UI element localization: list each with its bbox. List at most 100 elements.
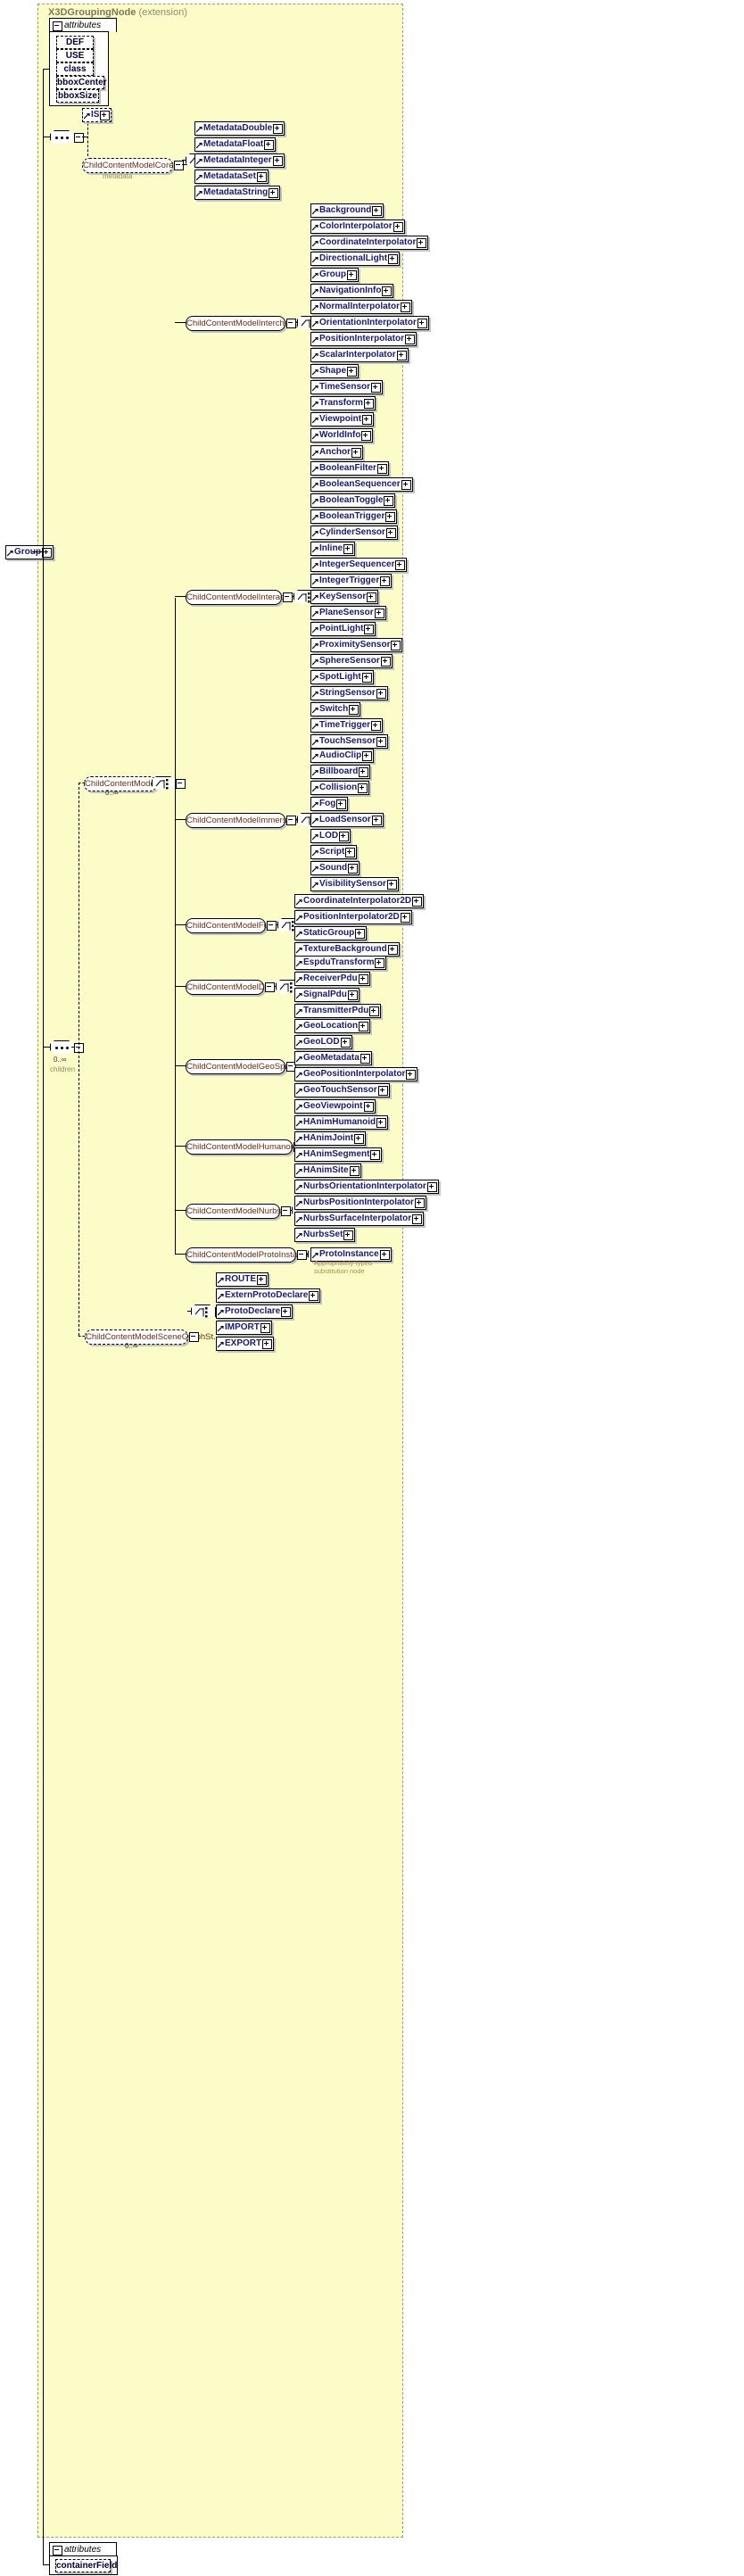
element-pointlight[interactable]: PointLight [310,622,376,636]
expand-icon[interactable] [281,1307,292,1317]
element-planesensor[interactable]: PlaneSensor [310,606,386,620]
expand-icon[interactable] [382,286,393,296]
expand-icon[interactable] [406,1070,417,1080]
attribute-bboxcenter[interactable]: bboxCenter [56,76,107,89]
expand-icon[interactable] [380,657,391,667]
expand-icon[interactable] [264,140,275,150]
element-nurbsset[interactable]: NurbsSet [294,1228,356,1242]
expand-icon[interactable] [385,528,396,538]
expand-icon[interactable] [347,270,357,280]
expand-icon[interactable] [339,832,350,841]
expand-icon[interactable] [340,1038,351,1048]
element-transform[interactable]: Transform [310,396,376,410]
group-ref-childcontentmodelinteractive[interactable]: ChildContentModelInteractive [186,590,298,605]
element-spheresensor[interactable]: SphereSensor [310,654,393,668]
expand-icon[interactable] [412,1214,423,1224]
element-viewpoint[interactable]: Viewpoint [310,412,375,427]
expand-icon[interactable] [363,399,374,409]
element-geopositioninterpolator[interactable]: GeoPositionInterpolator [294,1067,418,1081]
element-worldinfo[interactable]: WorldInfo [310,428,374,443]
collapse-icon[interactable] [53,21,62,31]
element-script[interactable]: Script [310,845,358,859]
group-ref-childcontentmodeldis[interactable]: ChildContentModelDIS [186,980,273,995]
element-cylindersensor[interactable]: CylinderSensor [310,526,398,540]
element-proximitysensor[interactable]: ProximitySensor [310,638,403,652]
element-coordinateinterpolator2d[interactable]: CoordinateInterpolator2D [294,894,425,908]
element-geolocation[interactable]: GeoLocation [294,1019,371,1033]
element-anchor[interactable]: Anchor [310,445,363,460]
element-colorinterpolator[interactable]: ColorInterpolator [310,219,405,234]
element-externprotodeclare[interactable]: ExternProtoDeclare [216,1288,321,1303]
collapse-icon[interactable] [53,2546,62,2555]
root-element-group[interactable]: Group [5,545,54,559]
element-geolod[interactable]: GeoLOD [294,1035,352,1049]
element-receiverpdu[interactable]: ReceiverPdu [294,972,370,986]
group-ref-childcontentmodelprotoinstance[interactable]: ChildContentModelProtoInstance [186,1247,310,1263]
element-normalinterpolator[interactable]: NormalInterpolator [310,300,413,314]
element-background[interactable]: Background [310,203,384,218]
element-geometadata[interactable]: GeoMetadata [294,1051,372,1065]
bottom-attributes-tab[interactable]: attributes [49,2542,117,2556]
expand-icon[interactable] [351,448,361,458]
element-is[interactable]: IS [82,108,112,122]
group-ref-childcontentmodelimmersive[interactable]: ChildContentModelImmersive [186,813,298,828]
element-billboard[interactable]: Billboard [310,765,371,779]
expand-icon[interactable] [414,1198,425,1208]
expand-icon[interactable] [361,673,372,683]
expand-icon[interactable] [372,206,383,216]
attribute-def[interactable]: DEF [56,36,94,49]
expand-icon[interactable] [349,1166,360,1176]
element-inline[interactable]: Inline [310,542,356,556]
expand-icon[interactable] [371,816,382,825]
expand-icon[interactable] [374,609,384,618]
element-hanimjoint[interactable]: HAnimJoint [294,1131,367,1146]
expand-icon[interactable] [380,576,391,586]
element-touchsensor[interactable]: TouchSensor [310,734,389,749]
expand-icon[interactable] [386,880,397,890]
element-lod[interactable]: LOD [310,829,351,843]
expand-icon[interactable] [364,625,375,634]
group-ref-childcontentmodelgeospatial[interactable]: ChildContentModelGeoSpatial [186,1059,301,1074]
expand-icon[interactable] [362,751,373,761]
collapse-icon[interactable] [286,319,296,328]
element-timesensor[interactable]: TimeSensor [310,380,384,394]
expand-icon[interactable] [273,124,284,134]
expand-icon[interactable] [347,990,358,1000]
expand-icon[interactable] [412,897,423,907]
expand-icon[interactable] [376,737,387,747]
element-navigationinfo[interactable]: NavigationInfo [310,284,394,298]
expand-icon[interactable] [391,641,401,650]
collapse-icon[interactable] [297,1250,307,1260]
group-ref-childcontentmodelhumanoidan...[interactable]: ChildContentModelHumanoidAn... [186,1139,315,1155]
element-loadsensor[interactable]: LoadSensor [310,813,384,827]
group-ref-childcontentmodelnurbs[interactable]: ChildContentModelNurbs [186,1204,281,1219]
element-keysensor[interactable]: KeySensor [310,590,379,604]
element-espdutransform[interactable]: EspduTransform [294,956,387,970]
expand-icon[interactable] [376,464,387,474]
expand-icon[interactable] [401,480,411,490]
element-signalpdu[interactable]: SignalPdu [294,988,360,1002]
element-spotlight[interactable]: SpotLight [310,670,374,684]
attribute-class[interactable]: class [56,62,94,76]
expand-icon[interactable] [395,560,406,570]
element-metadatainteger[interactable]: MetadataInteger [194,153,285,168]
attribute-use[interactable]: USE [56,49,94,62]
collapse-icon[interactable] [286,816,296,825]
element-export[interactable]: EXPORT [216,1337,275,1351]
element-stringsensor[interactable]: StringSensor [310,686,388,700]
expand-icon[interactable] [400,913,410,923]
expand-icon[interactable] [269,188,279,198]
expand-icon[interactable] [343,1230,354,1240]
element-directionallight[interactable]: DirectionalLight [310,252,401,266]
expand-icon[interactable] [371,721,382,731]
collapse-icon[interactable] [174,161,184,170]
expand-icon[interactable] [376,689,386,699]
collapse-icon[interactable] [281,1206,291,1216]
expand-icon[interactable] [417,238,427,248]
expand-icon[interactable] [370,1150,381,1160]
expand-icon[interactable] [262,1339,273,1349]
element-hanimsegment[interactable]: HAnimSegment [294,1147,383,1162]
element-integersequencer[interactable]: IntegerSequencer [310,558,408,572]
expand-icon[interactable] [417,319,427,328]
expand-icon[interactable] [257,1275,267,1285]
